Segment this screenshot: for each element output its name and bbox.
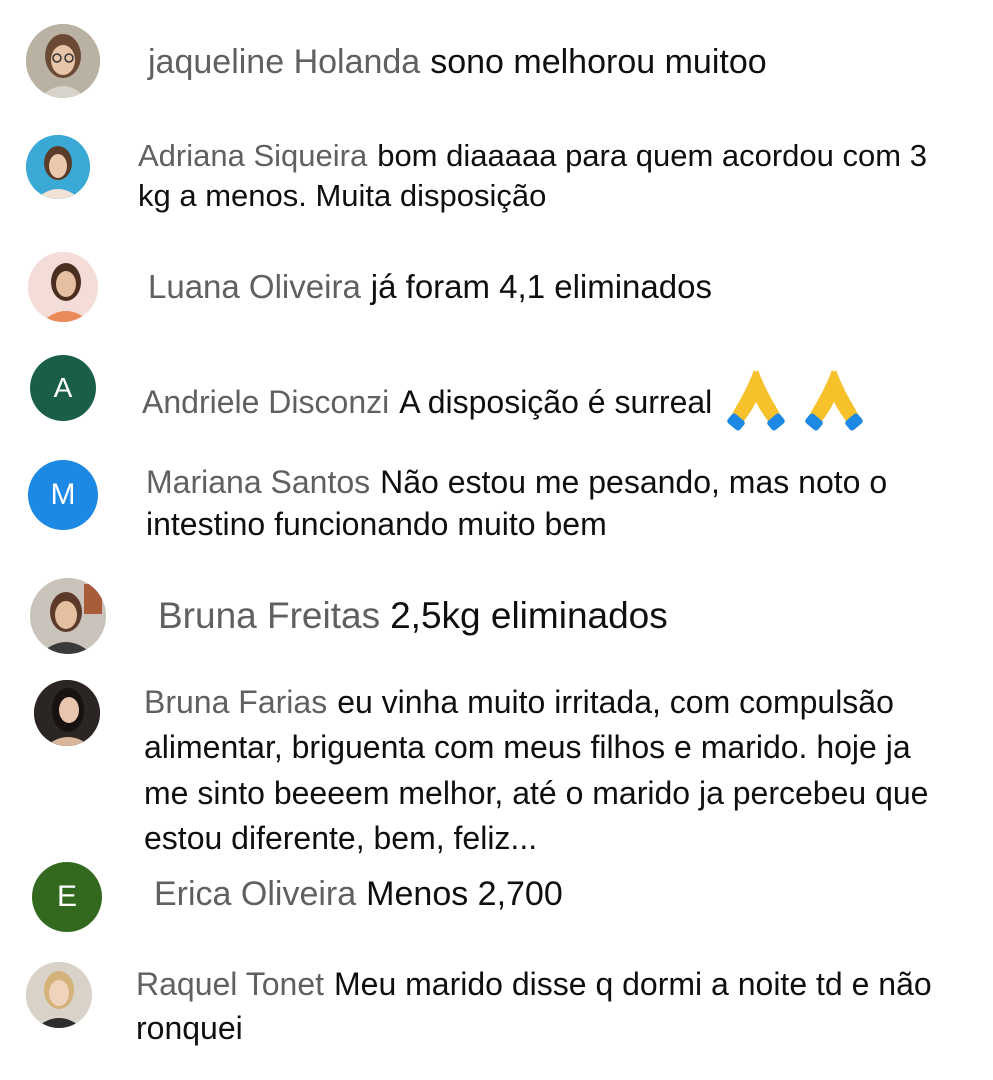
woman-pink-bg-photo-avatar[interactable] [28, 252, 98, 322]
folded-hands-emoji-icon [726, 366, 866, 443]
comment-text: Adriana Siqueira bom diaaaaa para quem ac… [138, 136, 968, 217]
comment-body: A disposição é surreal [399, 383, 713, 420]
comment-author[interactable]: jaqueline Holanda [148, 43, 420, 81]
comment-text: Andriele Disconzi A disposição é surreal [142, 366, 972, 443]
comment-author[interactable]: Raquel Tonet [136, 966, 324, 1002]
comment-author[interactable]: Adriana Siqueira [138, 138, 367, 173]
comment-author[interactable]: Erica Oliveira [154, 875, 356, 913]
comment-body: já foram 4,1 eliminados [370, 268, 712, 305]
letter-avatar[interactable]: M [28, 460, 98, 530]
comment-text: Mariana Santos Não estou me pesando, mas … [146, 462, 986, 545]
comment-body: sono melhorou muitoo [430, 43, 767, 81]
avatar-letter: M [50, 478, 76, 511]
woman-blue-bg-photo-avatar[interactable] [26, 135, 90, 199]
comment-body: 2,5kg eliminados [390, 595, 668, 636]
comment-text: Luana Oliveira já foram 4,1 eliminados [148, 266, 968, 309]
comment-text: Bruna Freitas 2,5kg eliminados [158, 592, 978, 640]
letter-avatar[interactable]: A [30, 355, 96, 421]
comment-author[interactable]: Andriele Disconzi [142, 384, 389, 420]
comment-body: Menos 2,700 [366, 875, 563, 913]
comment-text: Erica Oliveira Menos 2,700 [154, 872, 974, 916]
woman-dark-hair-photo-avatar[interactable] [34, 680, 100, 746]
woman-glasses-photo-avatar[interactable] [26, 24, 100, 98]
comment-author[interactable]: Bruna Freitas [158, 595, 380, 636]
comment-text: Bruna Farias eu vinha muito irritada, com… [144, 680, 944, 862]
woman-office-photo-avatar[interactable] [30, 578, 106, 654]
comment-author[interactable]: Bruna Farias [144, 684, 327, 720]
comment-author[interactable]: Mariana Santos [146, 464, 370, 500]
woman-blonde-photo-avatar[interactable] [26, 962, 92, 1028]
avatar-letter: A [53, 372, 73, 403]
avatar-letter: E [56, 880, 77, 913]
comment-text: Raquel Tonet Meu marido disse q dormi a n… [136, 962, 966, 1050]
comment-author[interactable]: Luana Oliveira [148, 268, 361, 305]
comment-text: jaqueline Holanda sono melhorou muitoo [148, 40, 968, 84]
letter-avatar[interactable]: E [32, 862, 102, 932]
